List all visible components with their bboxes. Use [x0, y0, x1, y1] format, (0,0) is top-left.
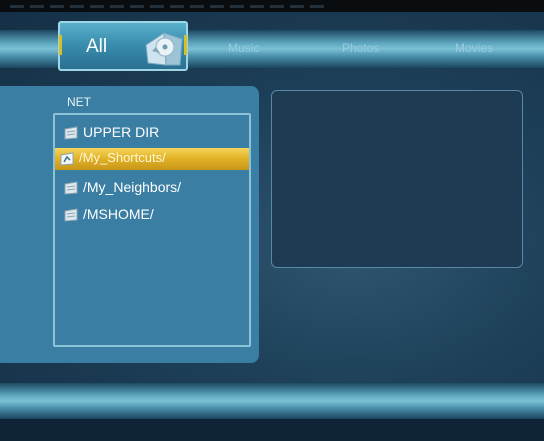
list-item-upper-dir[interactable]: UPPER DIR — [59, 122, 247, 144]
tab-cap-left — [59, 35, 62, 55]
preview-panel — [271, 90, 523, 268]
tab-movies[interactable]: Movies — [455, 41, 493, 55]
folder-icon — [64, 181, 78, 195]
bottom-band — [0, 419, 544, 441]
list-item-label: /MSHOME/ — [83, 206, 154, 222]
folder-icon — [64, 208, 78, 222]
list-item-mshome[interactable]: /MSHOME/ — [59, 204, 247, 226]
folder-up-icon — [64, 126, 78, 140]
file-list: UPPER DIR /My_Shortcuts/ /My_Neighbors/ … — [53, 113, 251, 347]
list-item-label: UPPER DIR — [83, 124, 160, 140]
tab-music[interactable]: Music — [228, 41, 259, 55]
browser-title: NET — [67, 95, 91, 109]
shortcut-folder-icon — [60, 152, 74, 166]
tab-all[interactable]: All — [58, 21, 188, 71]
media-player-screen: All Music Photos Movies NET UPPER DIR /M… — [0, 0, 544, 441]
list-item-my-neighbors[interactable]: /My_Neighbors/ — [59, 177, 247, 199]
top-bar — [0, 0, 544, 12]
list-item-my-shortcuts[interactable]: /My_Shortcuts/ — [55, 148, 249, 170]
bottom-strip — [0, 383, 544, 419]
top-bar-pattern — [10, 5, 330, 8]
list-item-label: /My_Shortcuts/ — [79, 150, 166, 165]
list-item-label: /My_Neighbors/ — [83, 179, 182, 195]
media-all-icon — [145, 32, 183, 66]
tab-photos[interactable]: Photos — [342, 41, 379, 55]
tab-all-label: All — [86, 36, 108, 57]
